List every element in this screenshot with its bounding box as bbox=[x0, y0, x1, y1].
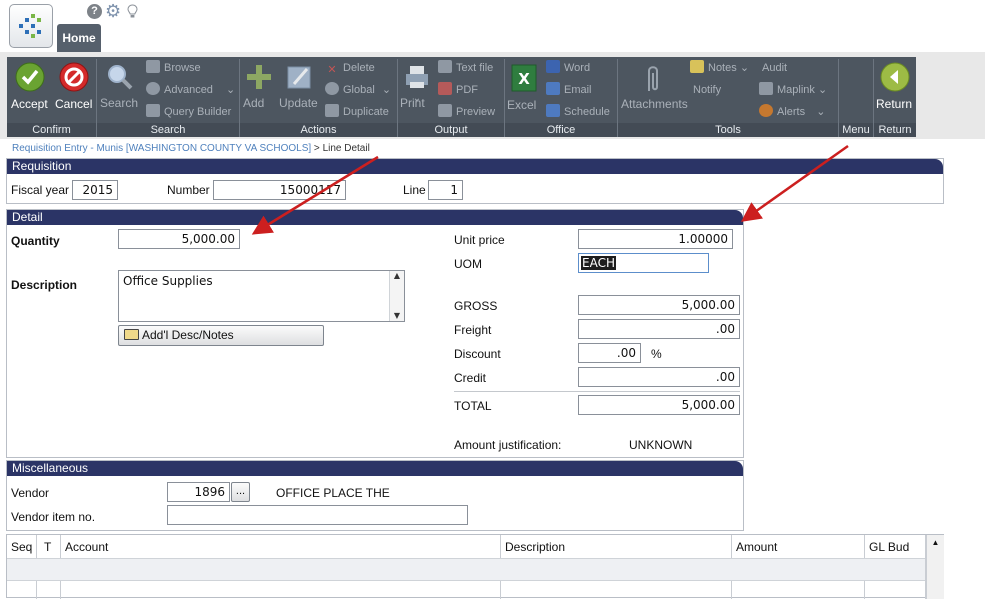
annotation-arrows bbox=[251, 144, 849, 235]
annotation-arrow-quantity bbox=[251, 155, 379, 235]
annotation-arrow-unit-price bbox=[740, 144, 849, 222]
